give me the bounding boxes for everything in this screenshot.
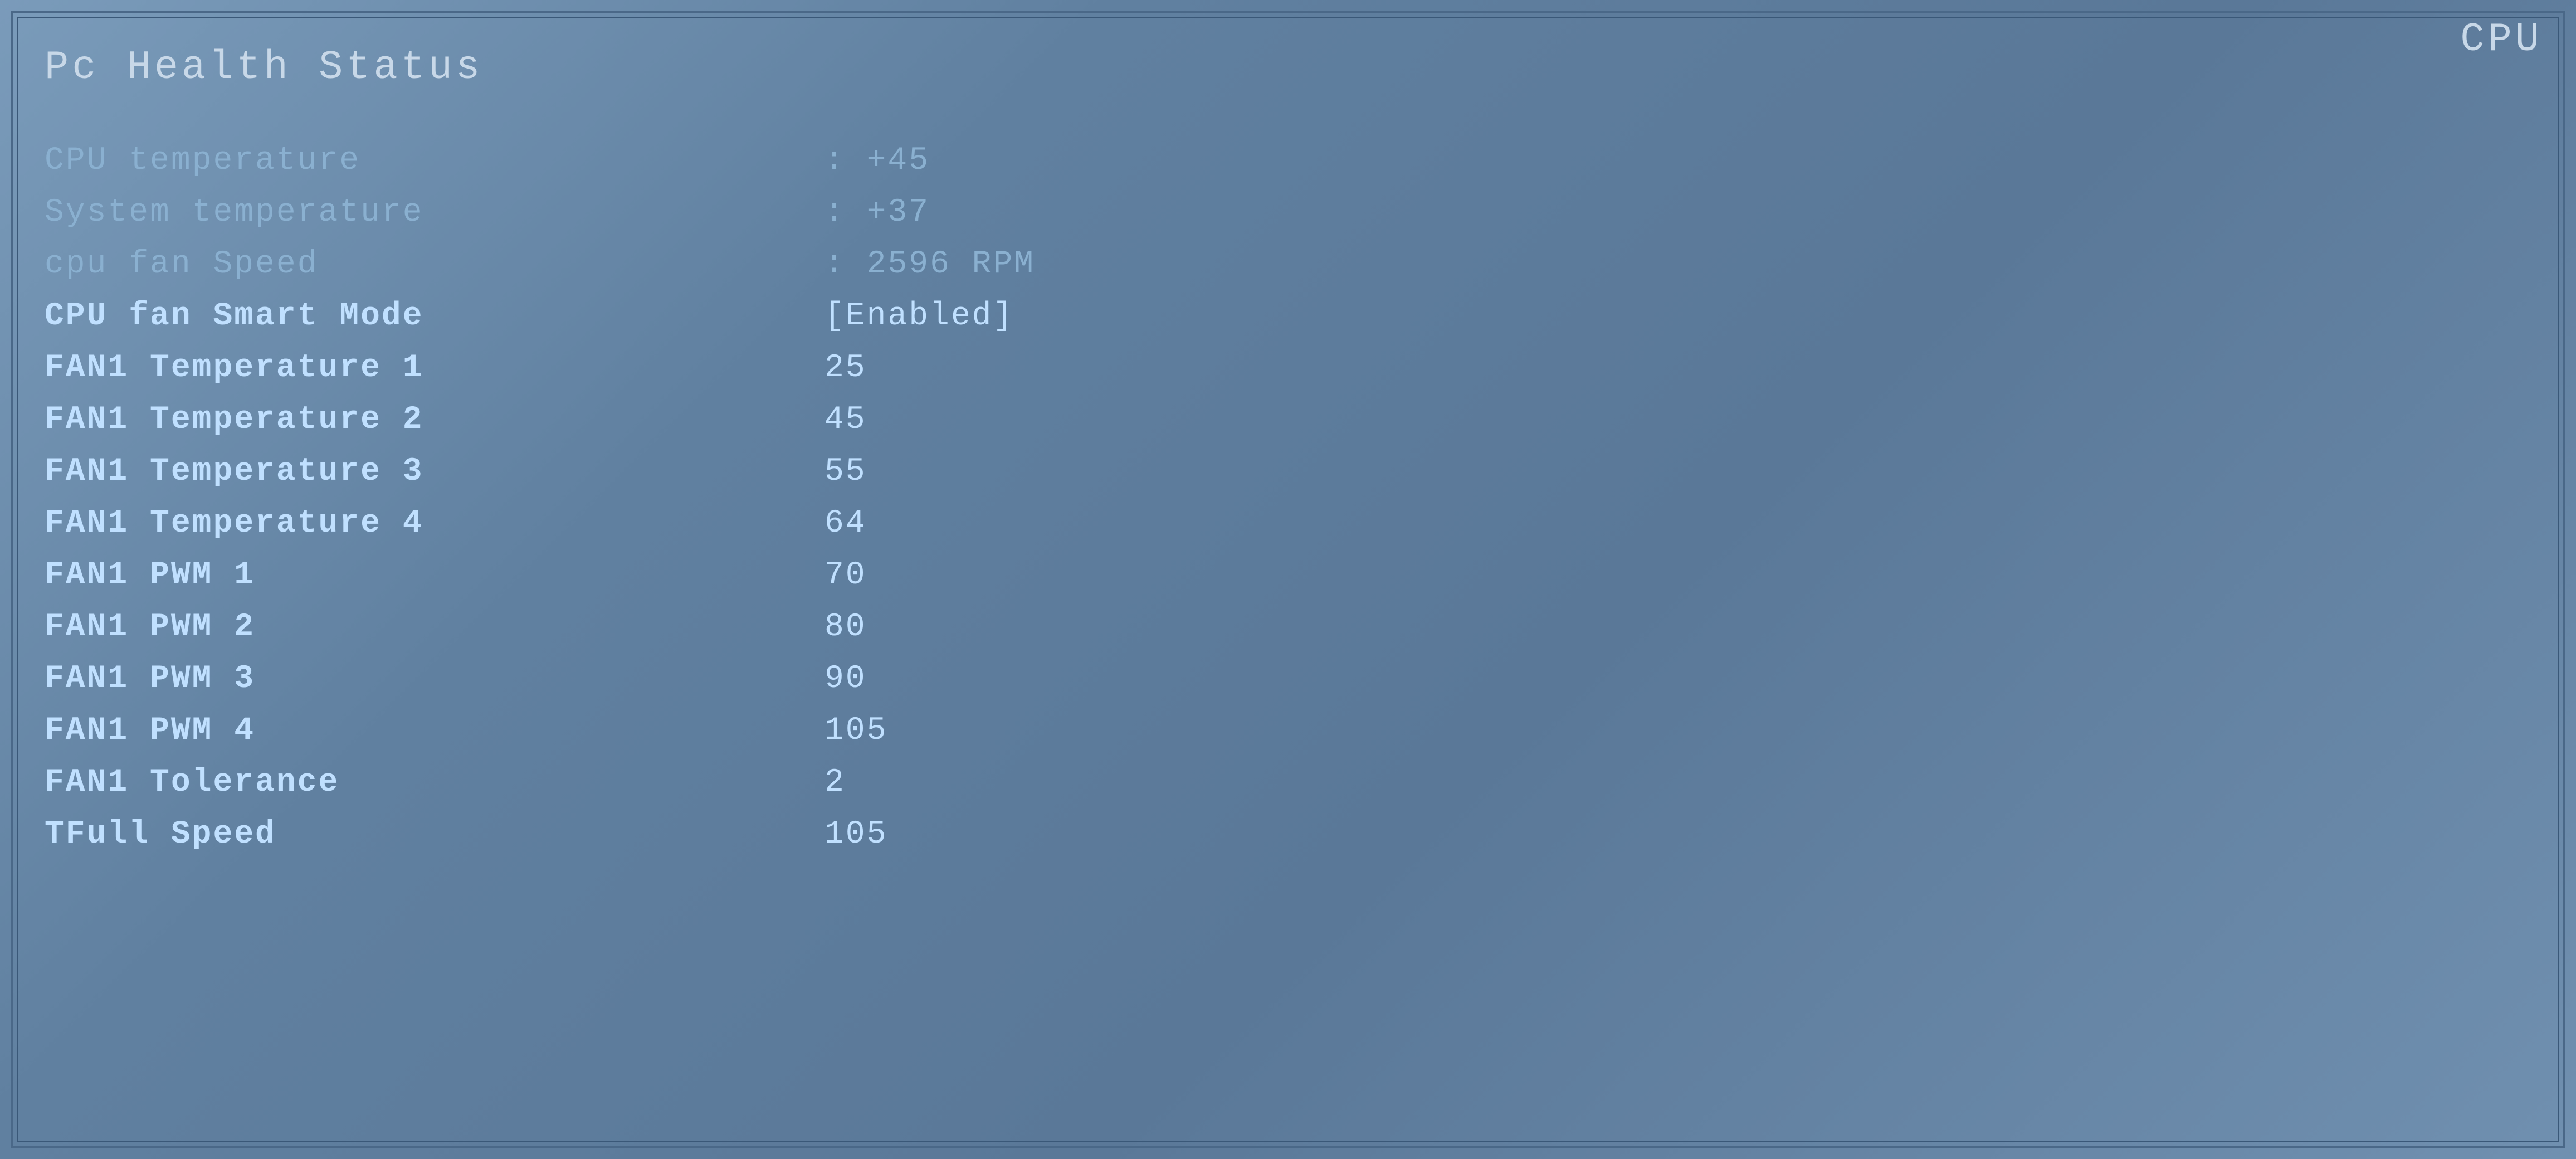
- setting-label: FAN1 PWM 2: [45, 609, 824, 645]
- setting-value: : +37: [824, 194, 930, 231]
- content-area: CPU temperature: +45System temperature: …: [45, 135, 2531, 1126]
- setting-row: FAN1 Temperature 464: [45, 498, 2531, 549]
- setting-value: 80: [824, 609, 867, 645]
- setting-row: cpu fan Speed: 2596 RPM: [45, 238, 2531, 290]
- setting-label: System temperature: [45, 194, 824, 231]
- setting-label: CPU temperature: [45, 143, 824, 179]
- setting-row: FAN1 PWM 280: [45, 601, 2531, 653]
- setting-label: FAN1 Temperature 1: [45, 350, 824, 386]
- setting-value: 45: [824, 402, 867, 438]
- setting-row: System temperature: +37: [45, 187, 2531, 238]
- setting-row[interactable]: CPU fan Smart Mode[Enabled]: [45, 290, 2531, 342]
- setting-value: 64: [824, 505, 867, 542]
- setting-label: FAN1 Temperature 2: [45, 402, 824, 438]
- setting-label: cpu fan Speed: [45, 246, 824, 283]
- setting-label: FAN1 Tolerance: [45, 764, 824, 801]
- setting-row: FAN1 Temperature 125: [45, 342, 2531, 394]
- top-right-label: CPU: [2460, 17, 2543, 62]
- setting-row: FAN1 Temperature 245: [45, 394, 2531, 446]
- setting-value: 105: [824, 816, 887, 853]
- setting-label: FAN1 PWM 3: [45, 661, 824, 697]
- setting-value: 70: [824, 557, 867, 593]
- setting-label: CPU fan Smart Mode: [45, 298, 824, 334]
- setting-row: FAN1 PWM 390: [45, 653, 2531, 705]
- setting-label: TFull Speed: [45, 816, 824, 853]
- setting-label: FAN1 PWM 1: [45, 557, 824, 593]
- setting-value: 90: [824, 661, 867, 697]
- setting-label: FAN1 PWM 4: [45, 713, 824, 749]
- setting-label: FAN1 Temperature 3: [45, 454, 824, 490]
- setting-value: 55: [824, 454, 867, 490]
- setting-row: FAN1 Tolerance2: [45, 757, 2531, 809]
- setting-label: FAN1 Temperature 4: [45, 505, 824, 542]
- setting-row: FAN1 Temperature 355: [45, 446, 2531, 498]
- setting-row: FAN1 PWM 4105: [45, 705, 2531, 757]
- setting-value: : +45: [824, 143, 930, 179]
- page-title: Pc Health Status: [45, 45, 2531, 90]
- setting-row: FAN1 PWM 170: [45, 549, 2531, 601]
- setting-value: 25: [824, 350, 867, 386]
- setting-value: : 2596 RPM: [824, 246, 1035, 283]
- setting-row: TFull Speed105: [45, 809, 2531, 860]
- setting-value[interactable]: [Enabled]: [824, 298, 1014, 334]
- setting-row: CPU temperature: +45: [45, 135, 2531, 187]
- setting-value: 105: [824, 713, 887, 749]
- setting-value: 2: [824, 764, 846, 801]
- bios-screen: CPU Pc Health Status CPU temperature: +4…: [0, 0, 2576, 1159]
